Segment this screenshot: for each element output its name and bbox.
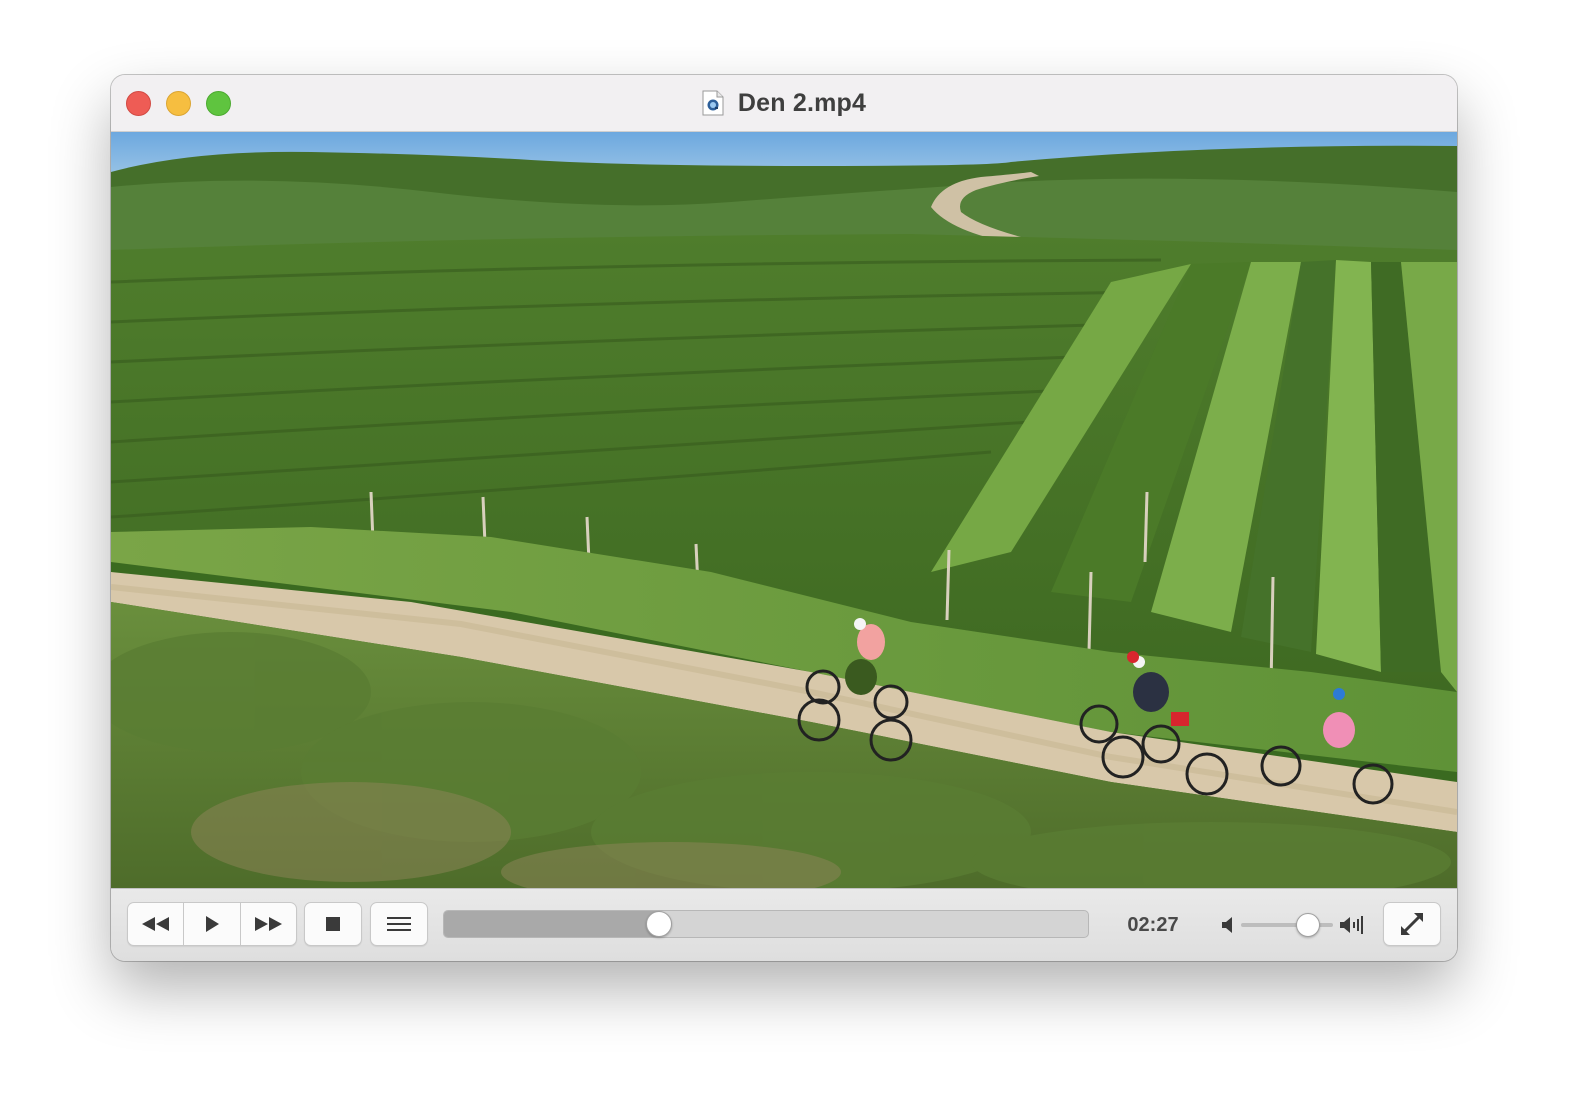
speaker-low-icon[interactable]	[1221, 915, 1235, 935]
stop-icon	[326, 917, 340, 931]
stop-button[interactable]	[304, 902, 362, 946]
progress-fill	[444, 911, 661, 937]
fullscreen-button[interactable]	[1383, 902, 1441, 946]
control-bar: 02:27	[111, 888, 1457, 961]
speaker-high-icon[interactable]	[1339, 915, 1365, 935]
title-bar[interactable]: Den 2.mp4	[111, 75, 1457, 132]
time-display: 02:27	[1127, 914, 1179, 936]
fast-forward-button[interactable]	[239, 903, 296, 945]
title-area: Den 2.mp4	[111, 75, 1457, 131]
video-frame[interactable]	[111, 132, 1457, 888]
fullscreen-icon	[1401, 913, 1423, 935]
progress-bar[interactable]	[443, 910, 1089, 938]
rewind-button[interactable]	[128, 903, 183, 945]
playlist-icon	[387, 917, 411, 931]
video-image	[111, 132, 1457, 888]
playlist-button[interactable]	[370, 902, 428, 946]
window-title: Den 2.mp4	[737, 88, 867, 117]
quicktime-file-icon	[702, 90, 724, 116]
transport-buttons	[127, 902, 297, 946]
volume-handle[interactable]	[1296, 913, 1321, 937]
play-button[interactable]	[183, 903, 239, 945]
fast-forward-icon	[255, 917, 283, 931]
player-window: Den 2.mp4 02:27	[111, 75, 1457, 961]
rewind-icon	[141, 917, 169, 931]
play-icon	[205, 916, 219, 932]
